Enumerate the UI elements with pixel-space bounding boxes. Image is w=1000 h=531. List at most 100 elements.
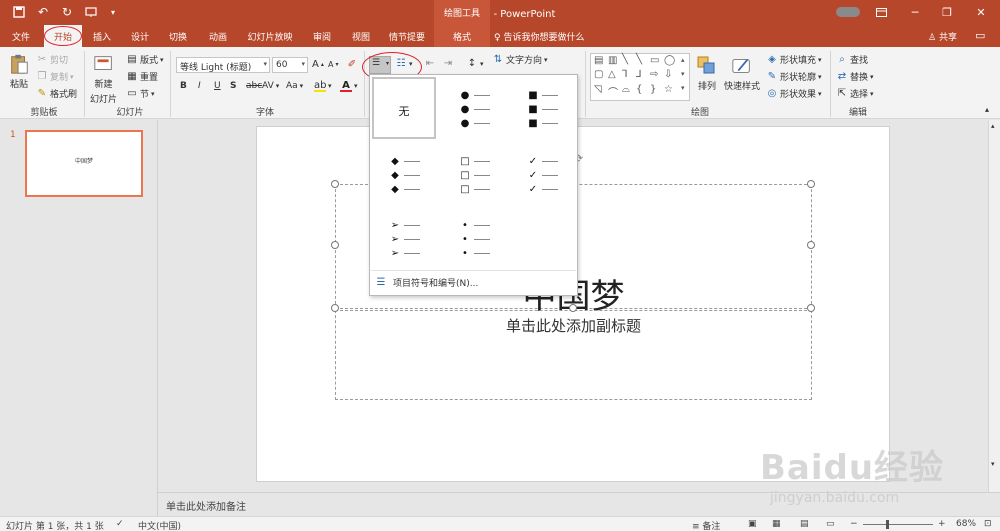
- tab-slideshow[interactable]: 幻灯片放映: [244, 25, 296, 47]
- shadow-button[interactable]: S: [230, 81, 236, 91]
- bullet-option-filled-round[interactable]: ● ● ●: [442, 77, 506, 139]
- quick-styles-button[interactable]: 快速样式: [724, 55, 760, 92]
- arrange-button[interactable]: 排列: [696, 55, 718, 92]
- resize-handle[interactable]: [569, 304, 577, 312]
- bullet-option-none[interactable]: 无: [372, 77, 436, 139]
- clipboard-group-label: 剪贴板: [30, 108, 58, 118]
- scroll-up-icon[interactable]: ▴: [991, 122, 995, 130]
- font-name-combo[interactable]: 等线 Light (标题) ▾: [176, 57, 270, 73]
- subtitle-placeholder[interactable]: 单击此处添加副标题: [335, 310, 812, 400]
- resize-handle[interactable]: [807, 304, 815, 312]
- reading-view-icon[interactable]: ▤: [800, 519, 809, 529]
- shape-fill-button[interactable]: ◈ 形状填充 ▾: [766, 53, 821, 67]
- slideshow-view-icon[interactable]: ▭: [826, 519, 835, 529]
- bullets-and-numbering-item[interactable]: ☰ 项目符号和编号(N)...: [371, 270, 576, 294]
- scissors-icon: ✂: [37, 53, 47, 65]
- line-spacing-icon[interactable]: ↕ ▾: [466, 58, 484, 70]
- resize-handle[interactable]: [807, 180, 815, 188]
- find-button[interactable]: ⌕ 查找: [836, 53, 868, 67]
- share-button[interactable]: ♙ 共享: [928, 30, 957, 43]
- shrink-font-button[interactable]: A ▾: [328, 60, 339, 69]
- bold-button[interactable]: B: [180, 81, 187, 91]
- copy-button[interactable]: ❐ 复制 ▾: [36, 70, 74, 84]
- cut-button[interactable]: ✂ 剪切: [36, 53, 68, 67]
- tab-format[interactable]: 格式: [434, 25, 490, 47]
- clear-formatting-icon[interactable]: ✐: [346, 59, 358, 71]
- bullet-text-placeholder: [404, 252, 420, 254]
- highlight-color-button[interactable]: ab ▾: [314, 80, 332, 92]
- bullet-option-checkmark[interactable]: ✓ ✓ ✓: [510, 143, 574, 205]
- paste-button[interactable]: 粘贴: [8, 53, 30, 90]
- bullet-option-hollow-square[interactable]: □ □ □: [442, 143, 506, 205]
- collapse-ribbon-icon[interactable]: ▴: [985, 105, 989, 114]
- tab-file[interactable]: 文件: [6, 25, 36, 47]
- scroll-down-icon[interactable]: ▾: [991, 460, 995, 468]
- zoom-level[interactable]: 68%: [956, 519, 976, 529]
- shape-outline-button[interactable]: ✎ 形状轮廓 ▾: [766, 70, 822, 84]
- zoom-in-icon[interactable]: +: [938, 519, 946, 529]
- layout-button[interactable]: ▤ 版式 ▾: [126, 53, 163, 67]
- drawing-group-label: 绘图: [690, 108, 709, 118]
- underline-button[interactable]: U: [214, 81, 221, 91]
- notes-toggle-button[interactable]: ≡ 备注: [692, 519, 720, 531]
- font-size-combo[interactable]: 60 ▾: [272, 57, 308, 73]
- tab-view[interactable]: 视图: [346, 25, 376, 47]
- tab-transitions[interactable]: 切换: [162, 25, 194, 47]
- bullet-option-filled-square[interactable]: ■ ■ ■: [510, 77, 574, 139]
- slide-thumbnail[interactable]: 中国梦: [25, 130, 143, 197]
- replace-label: 替换: [850, 73, 869, 83]
- normal-view-icon[interactable]: ▣: [748, 519, 757, 529]
- fit-to-window-icon[interactable]: ⊡: [984, 519, 992, 529]
- language-indicator[interactable]: 中文(中国): [138, 519, 181, 531]
- slide-subtitle[interactable]: 单击此处添加副标题: [336, 315, 811, 336]
- reset-button[interactable]: ▦ 重置: [126, 70, 158, 84]
- notes-placeholder[interactable]: 单击此处添加备注: [166, 502, 246, 513]
- strikethrough-button[interactable]: abc: [246, 81, 262, 91]
- restore-icon[interactable]: ❐: [932, 0, 962, 25]
- tab-animations[interactable]: 动画: [202, 25, 234, 47]
- zoom-slider[interactable]: [863, 524, 933, 525]
- slide-sorter-view-icon[interactable]: ▦: [772, 519, 781, 529]
- user-avatar[interactable]: [836, 7, 860, 17]
- text-direction-button[interactable]: ⇅ 文字方向 ▾: [492, 53, 548, 67]
- resize-handle[interactable]: [807, 241, 815, 249]
- bullet-option-small-dot[interactable]: • • •: [442, 207, 506, 269]
- font-color-button[interactable]: A ▾: [340, 80, 358, 92]
- resize-handle[interactable]: [331, 304, 339, 312]
- format-painter-button[interactable]: ✎ 格式刷: [36, 87, 77, 101]
- tell-me-search[interactable]: ♀ 告诉我你想要做什么: [494, 30, 584, 43]
- bullet-option-filled-diamond[interactable]: ◆ ◆ ◆: [372, 143, 436, 205]
- spellcheck-icon[interactable]: ✓: [116, 519, 124, 529]
- shape-effects-button[interactable]: ◎ 形状效果 ▾: [766, 87, 822, 101]
- bullet-text-placeholder: [542, 160, 558, 162]
- decrease-indent-icon[interactable]: ⇤: [424, 58, 436, 70]
- minimize-icon[interactable]: ─: [900, 0, 930, 25]
- resize-handle[interactable]: [331, 180, 339, 188]
- grow-font-button[interactable]: A ▴: [312, 59, 324, 70]
- replace-button[interactable]: ⇄ 替换 ▾: [836, 70, 874, 84]
- zoom-slider-thumb[interactable]: [885, 520, 889, 529]
- new-slide-button[interactable]: 新建 幻灯片: [90, 53, 117, 105]
- shapes-gallery[interactable]: ▤ ▥ ╲ ╲ ▭ ◯ ▢ △ ⅂ ⅃ ⇨ ⇩ ◹ ⌒ ⌓ { } ☆ ▴ ▾ …: [590, 53, 690, 101]
- italic-button[interactable]: I: [198, 81, 201, 91]
- lightbulb-icon: ♀: [494, 33, 501, 43]
- close-icon[interactable]: ✕: [966, 0, 996, 25]
- bullet-option-arrow[interactable]: ➢ ➢ ➢: [372, 207, 436, 269]
- vertical-scrollbar[interactable]: ▴ ▾: [988, 120, 1000, 492]
- comments-icon[interactable]: ▭: [975, 29, 985, 42]
- tab-storyboard[interactable]: 情节提要: [384, 25, 430, 47]
- bullet-marker: ➢: [390, 247, 400, 259]
- section-button[interactable]: ▭ 节 ▾: [126, 87, 154, 101]
- change-case-button[interactable]: Aa ▾: [286, 81, 303, 91]
- resize-handle[interactable]: [331, 241, 339, 249]
- increase-indent-icon[interactable]: ⇥: [442, 58, 454, 70]
- tab-design[interactable]: 设计: [124, 25, 156, 47]
- tab-insert[interactable]: 插入: [86, 25, 118, 47]
- ribbon-display-icon[interactable]: [866, 0, 896, 25]
- tab-review[interactable]: 审阅: [306, 25, 338, 47]
- slide-counter: 幻灯片 第 1 张，共 1 张: [6, 522, 104, 531]
- char-spacing-button[interactable]: AV ▾: [262, 81, 279, 91]
- zoom-out-icon[interactable]: −: [850, 519, 858, 529]
- select-button[interactable]: ⇱ 选择 ▾: [836, 87, 874, 101]
- bullet-marker: •: [462, 233, 468, 245]
